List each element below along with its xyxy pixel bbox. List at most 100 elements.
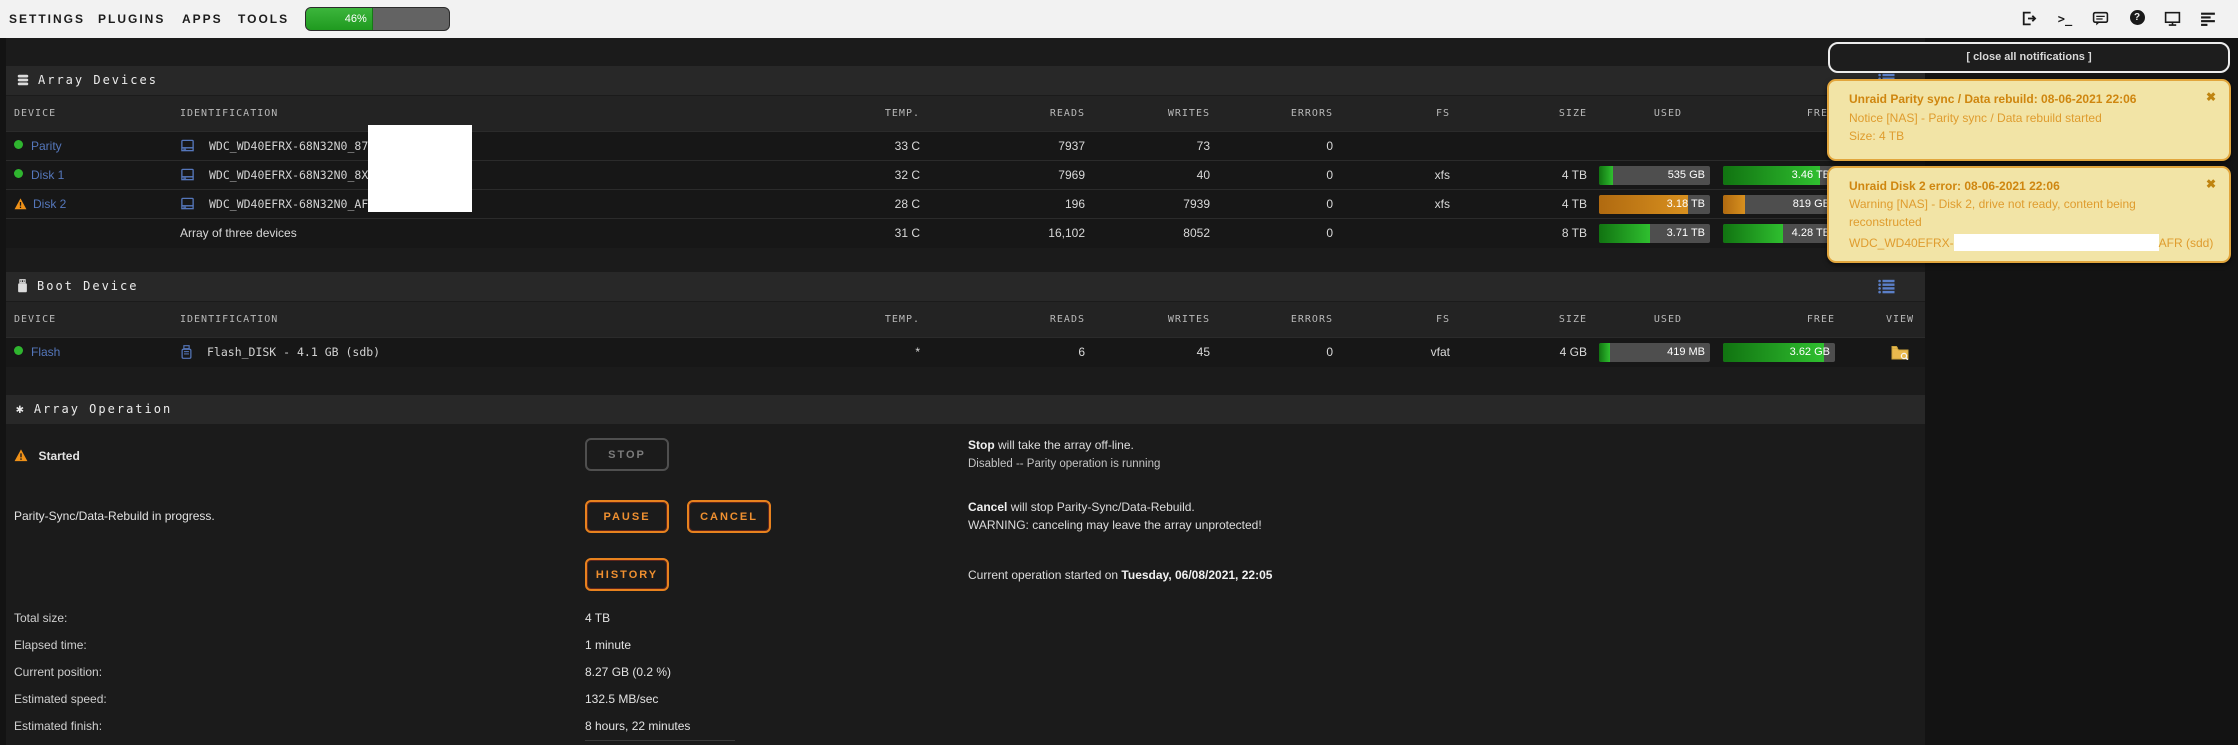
cell-writes: 7939 [1110,190,1210,219]
col-device: DEVICE [14,302,56,337]
col-fs: FS [1350,96,1450,131]
cell-temp: 32 C [820,161,920,190]
top-menubar: SETTINGS PLUGINS APPS TOOLS 46% >_ ? [0,0,2238,38]
notification-body: Size: 4 TB [1849,129,1904,143]
col-size: SIZE [1487,96,1587,131]
usb-drive-icon [180,341,193,370]
col-fs: FS [1350,302,1450,337]
cell-writes: 40 [1110,161,1210,190]
close-icon[interactable]: ✖ [2206,90,2216,104]
cell-reads: 7937 [985,132,1085,161]
table-row-disk1: Disk 1 WDC_WD40EFRX-68N32N0_8XV - 4 TB (… [6,160,1925,190]
cell-errors: 0 [1233,161,1333,190]
log-icon[interactable] [2200,10,2218,28]
stat-value-current-position: 8.27 GB (0.2 %) [585,665,671,679]
cell-reads: 196 [985,190,1085,219]
array-devices-title: Array Devices [16,66,158,95]
close-icon[interactable]: ✖ [2206,177,2216,191]
stat-label-elapsed-time: Elapsed time: [14,638,87,652]
stat-label-estimated-speed: Estimated speed: [14,692,107,706]
cell-temp: * [820,338,920,367]
cell-reads: 16,102 [985,219,1085,248]
stat-label-total-size: Total size: [14,611,67,625]
cell-errors: 0 [1233,338,1333,367]
free-bar: 4.28 TB [1723,224,1835,243]
device-link-flash[interactable]: Flash [31,345,60,359]
col-reads: READS [985,302,1085,337]
stat-label-current-position: Current position: [14,665,102,679]
table-row-parity: Parity WDC_WD40EFRX-68N32N0_875 - 4 TB (… [6,131,1925,161]
boot-device-section-bar: Boot Device [6,272,1925,301]
col-writes: WRITES [1110,302,1210,337]
stop-button[interactable]: STOP [585,438,669,471]
logout-icon[interactable] [2020,10,2038,28]
cancel-warning: WARNING: canceling may leave the array u… [968,518,1262,532]
col-identification: IDENTIFICATION [180,302,278,337]
cell-size: 4 GB [1487,338,1587,367]
col-temp: TEMP. [820,96,920,131]
table-row-array-totals: Array of three devices 31 C 16,102 8052 … [6,218,1925,248]
device-link-parity[interactable]: Parity [31,139,62,153]
col-device: DEVICE [14,96,56,131]
browse-folder-icon[interactable] [1860,338,1940,367]
col-errors: ERRORS [1233,302,1333,337]
menu-plugins[interactable]: PLUGINS [98,0,165,38]
stop-description: Stop will take the array off-line. [968,438,1134,452]
cell-fs: xfs [1350,190,1450,219]
parity-progress-fill: 46% [306,8,373,30]
device-link-disk1[interactable]: Disk 1 [31,168,64,182]
menu-apps[interactable]: APPS [182,0,223,38]
notification-title: Unraid Disk 2 error: 08-06-2021 22:06 [1849,179,2060,193]
usb-flash-icon [16,275,29,304]
list-view-icon[interactable] [1878,279,1895,294]
device-link-disk2[interactable]: Disk 2 [33,197,66,211]
array-started-status: Started [14,447,80,467]
array-operation-title: ✱Array Operation [16,395,172,424]
col-used: USED [1582,302,1682,337]
stat-value-total-size: 4 TB [585,611,610,625]
used-bar: 3.18 TB [1599,195,1710,214]
stat-label-estimated-finish: Estimated finish: [14,719,102,733]
cancel-button[interactable]: CANCEL [687,500,771,533]
col-size: SIZE [1487,302,1587,337]
free-bar: 3.62 GB [1723,343,1835,362]
cell-temp: 31 C [820,219,920,248]
cell-reads: 6 [985,338,1085,367]
help-glyph: ? [2130,10,2145,25]
col-writes: WRITES [1110,96,1210,131]
stats-divider [585,740,735,741]
notification-title: Unraid Parity sync / Data rebuild: 08-06… [1849,92,2136,106]
col-temp: TEMP. [820,302,920,337]
operation-started-on: Current operation started on Tuesday, 06… [968,568,1272,582]
redaction-box [1954,234,2159,251]
table-row-disk2: Disk 2 WDC_WD40EFRX-68N32N0_AFR - 4 TB (… [6,189,1925,219]
monitor-icon[interactable] [2164,10,2182,28]
asterisk-icon: ✱ [16,395,26,424]
warning-icon [14,192,27,221]
feedback-icon[interactable] [2092,10,2110,28]
menu-settings[interactable]: SETTINGS [9,0,85,38]
notification-body: Warning [NAS] - Disk 2, drive not ready,… [1849,197,2136,211]
pause-button[interactable]: PAUSE [585,500,669,533]
parity-sync-progress-label: Parity-Sync/Data-Rebuild in progress. [14,509,215,523]
cell-temp: 33 C [820,132,920,161]
col-free: FREE [1735,302,1835,337]
cell-writes: 73 [1110,132,1210,161]
menu-tools[interactable]: TOOLS [238,0,289,38]
device-serial: Flash_DISK - 4.1 GB (sdb) [207,345,380,359]
close-all-notifications-button[interactable]: [ close all notifications ] [1828,42,2230,73]
started-label: Started [38,449,79,463]
array-operation-section-bar: ✱Array Operation [6,395,1925,424]
help-icon[interactable]: ? [2128,10,2146,28]
terminal-icon[interactable]: >_ [2056,10,2074,28]
history-button[interactable]: HISTORY [585,558,669,591]
cell-temp: 28 C [820,190,920,219]
free-bar: 819 GB [1723,195,1835,214]
notification-serial: WDC_WD40EFRX-AFR (sdd) [1849,234,2213,251]
notification-disk2-error: Unraid Disk 2 error: 08-06-2021 22:06 ✖ … [1827,166,2231,263]
array-table-header: DEVICE IDENTIFICATION TEMP. READS WRITES… [6,96,1925,132]
disk-stack-icon [16,69,30,98]
used-bar: 3.71 TB [1599,224,1710,243]
array-totals-label: Array of three devices [180,219,297,248]
stat-value-estimated-speed: 132.5 MB/sec [585,692,658,706]
